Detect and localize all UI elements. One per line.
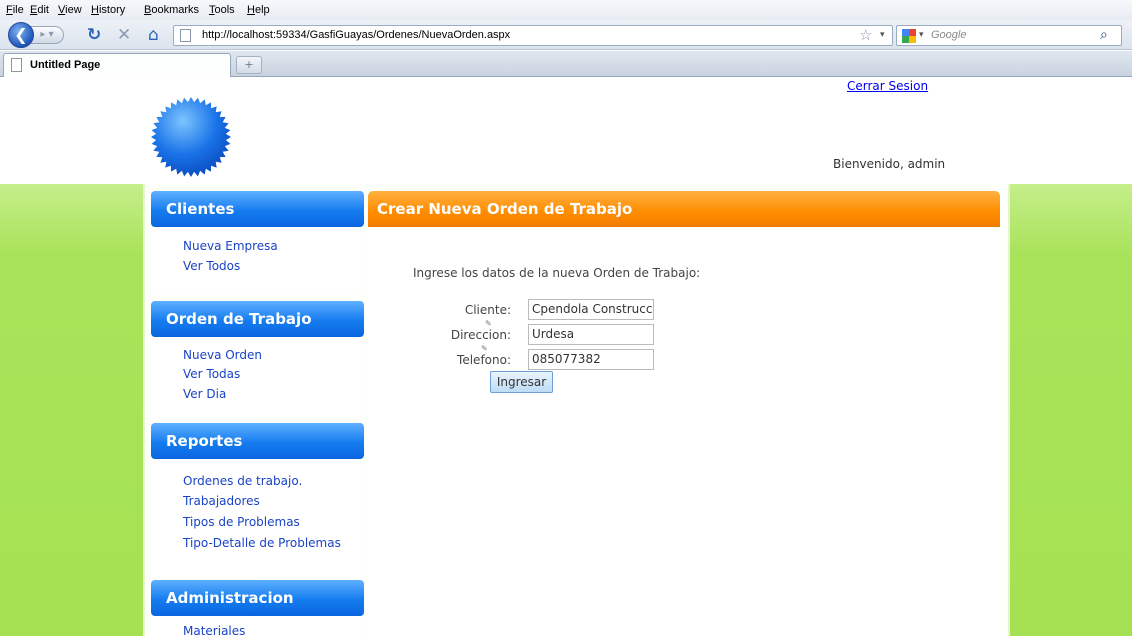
menu-view[interactable]: View [58,4,82,16]
sidebar-header-clientes: Clientes [151,191,364,227]
direccion-field[interactable]: Urdesa [528,324,654,345]
direccion-label: Direccion: [450,328,511,342]
sidebar-link-nueva-orden[interactable]: Nueva Orden [183,348,262,362]
site-header: Cerrar Sesion Bienvenido, admin [0,77,1132,184]
sidebar-link-ver-todos[interactable]: Ver Todos [183,259,240,273]
sidebar-link-ver-dia[interactable]: Ver Dia [183,387,226,401]
search-engine-dropdown-icon[interactable]: ▾ [919,29,924,40]
logout-link[interactable]: Cerrar Sesion [847,79,928,93]
sidebar-header-orden-de-trabajo: Orden de Trabajo [151,301,364,337]
main-panel: Ingrese los datos de la nueva Orden de T… [368,227,1000,636]
menu-tools[interactable]: Tools [209,4,235,16]
pencil-icon: ✎ [485,319,492,328]
sidebar-panel-reportes: Ordenes de trabajo. Trabajadores Tipos d… [151,459,364,580]
sidebar-link-trabajadores[interactable]: Trabajadores [183,494,260,508]
address-text[interactable]: http://localhost:59334/GasfiGuayas/Orden… [202,29,510,41]
menu-edit[interactable]: Edit [30,4,49,16]
sidebar-link-nueva-empresa[interactable]: Nueva Empresa [183,239,278,253]
menu-bookmarks[interactable]: Bookmarks [144,4,199,16]
stop-icon[interactable]: ✕ [117,25,131,45]
search-icon[interactable]: ⌕ [1100,26,1108,43]
sidebar-panel-orden-de-trabajo: Nueva Orden Ver Todas Ver Dia [151,337,364,423]
sidebar-link-materiales[interactable]: Materiales [183,624,245,636]
welcome-text: Bienvenido, admin [833,157,946,171]
tab-bar: Untitled Page + [0,51,1132,77]
submit-button[interactable]: Ingresar [490,371,553,393]
reload-icon[interactable]: ↻ [87,25,101,45]
cliente-field[interactable]: Cpendola Construccion [528,299,654,320]
bookmark-star-icon[interactable]: ☆ [859,26,872,44]
logo-badge-icon [150,96,232,181]
logo-starburst [151,97,231,177]
sidebar-header-reportes: Reportes [151,423,364,459]
menu-file[interactable]: File [6,4,24,16]
history-dropdown-icon[interactable]: ▾ [880,29,885,40]
tab-active[interactable]: Untitled Page [3,53,231,77]
cliente-label: Cliente: [464,303,511,317]
home-icon[interactable]: ⌂ [148,25,159,45]
tab-title: Untitled Page [30,59,101,71]
search-placeholder[interactable]: Google [931,29,966,41]
sidebar-link-ver-todas[interactable]: Ver Todas [183,367,240,381]
sidebar-link-tipos-de-problemas[interactable]: Tipos de Problemas [183,515,300,529]
address-bar[interactable]: http://localhost:59334/GasfiGuayas/Orden… [173,25,893,46]
main-panel-title: Crear Nueva Orden de Trabajo [368,191,1000,227]
menu-help[interactable]: Help [247,4,270,16]
document-icon [11,58,22,72]
menu-history[interactable]: History [91,4,125,16]
browser-menubar: File Edit View History Bookmarks Tools H… [0,0,1132,20]
sidebar-header-administracion: Administracion [151,580,364,616]
form-intro-text: Ingrese los datos de la nueva Orden de T… [413,266,701,280]
search-engine-icon[interactable] [902,29,916,43]
telefono-field[interactable]: 085077382 [528,349,654,370]
telefono-label: Telefono: [457,353,511,367]
sidebar-panel-administracion: Materiales [151,616,364,636]
sidebar-link-ordenes-de-trabajo[interactable]: Ordenes de trabajo. [183,474,302,488]
back-button[interactable]: ❮ [8,22,34,48]
sidebar-panel-clientes: Nueva Empresa Ver Todos [151,227,364,294]
new-tab-button[interactable]: + [236,56,262,74]
forward-button[interactable]: ▸ ▾ [30,26,64,44]
page-icon [180,29,191,42]
sidebar-link-tipo-detalle-de-problemas[interactable]: Tipo-Detalle de Problemas [183,536,341,550]
web-page: Cerrar Sesion Bienvenido, admin Clientes… [0,77,1132,636]
search-bar[interactable]: ▾ Google ⌕ [896,25,1122,46]
pencil-icon: ✎ [481,344,488,353]
back-arrow-icon: ❮ [14,25,28,44]
